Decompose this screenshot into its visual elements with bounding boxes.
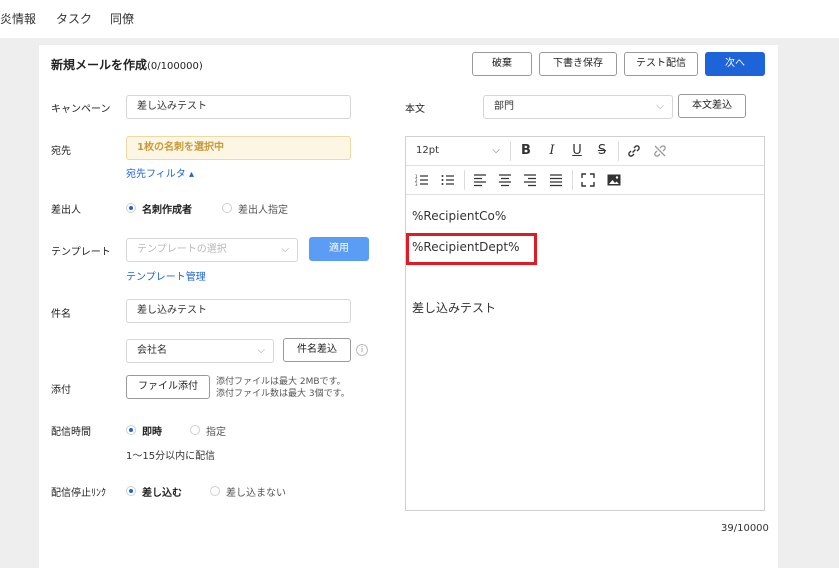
svg-text:3: 3 xyxy=(415,182,418,187)
page-title: 新規メールを作成(0/100000) xyxy=(51,58,203,72)
info-icon[interactable]: i xyxy=(356,344,368,356)
underline-icon[interactable]: U xyxy=(569,143,585,159)
align-justify-icon[interactable] xyxy=(548,172,564,193)
chevron-down-icon: ⌵ xyxy=(257,345,265,356)
nav-item-colleagues[interactable]: 同僚 xyxy=(110,10,134,27)
delivery-label: 配信時間 xyxy=(51,427,91,438)
template-apply-button[interactable]: 適用 xyxy=(309,237,369,261)
sender-option-card-creator: 名刺作成者 xyxy=(142,205,192,216)
chevron-down-icon[interactable]: ⌵ xyxy=(488,143,504,159)
top-navigation: 炎情報 タスク 同僚 xyxy=(0,0,839,38)
next-button[interactable]: 次へ xyxy=(705,52,765,76)
fullscreen-icon[interactable] xyxy=(580,172,596,193)
bold-icon[interactable]: B xyxy=(518,143,534,159)
body-line-company: %RecipientCo% xyxy=(412,209,507,223)
unsubscribe-radio-insert[interactable] xyxy=(126,486,136,496)
recipient-filter-link[interactable]: 宛先フィルタ ▴ xyxy=(126,165,194,180)
unlink-icon[interactable] xyxy=(652,143,668,164)
attachment-count-note: 添付ファイル数は最大 3個です。 xyxy=(216,389,350,399)
campaign-label: キャンペーン xyxy=(51,104,111,115)
nav-item-info[interactable]: 炎情報 xyxy=(0,10,36,27)
body-insert-button[interactable]: 本文差込 xyxy=(678,94,746,118)
unsubscribe-link-label: 配信停止ﾘﾝｸ xyxy=(51,488,106,499)
highlight-box xyxy=(406,233,537,265)
character-counter: 39/10000 xyxy=(721,523,769,534)
delivery-radio-immediate[interactable] xyxy=(126,425,136,435)
compose-card: 新規メールを作成(0/100000) 破棄 下書き保存 テスト配信 次へ キャン… xyxy=(39,45,778,568)
template-manage-link[interactable]: テンプレート管理 xyxy=(126,268,206,283)
image-icon[interactable] xyxy=(606,172,622,193)
link-icon[interactable] xyxy=(626,143,642,164)
chevron-down-icon: ⌵ xyxy=(281,244,289,255)
template-select[interactable]: テンプレートの選択 ⌵ xyxy=(126,238,298,262)
delivery-option-scheduled: 指定 xyxy=(206,427,226,438)
save-draft-button[interactable]: 下書き保存 xyxy=(539,52,617,76)
align-center-icon[interactable] xyxy=(497,172,513,193)
subject-label: 件名 xyxy=(51,309,71,320)
subject-field-select[interactable]: 会社名 ⌵ xyxy=(126,339,274,363)
ordered-list-icon[interactable]: 123 xyxy=(414,172,430,193)
nav-item-tasks[interactable]: タスク xyxy=(56,10,92,27)
font-size-select[interactable]: 12pt xyxy=(416,145,439,156)
align-left-icon[interactable] xyxy=(472,172,488,193)
strikethrough-icon[interactable]: S xyxy=(594,143,610,159)
delivery-radio-scheduled[interactable] xyxy=(190,425,200,435)
unsubscribe-radio-no-insert[interactable] xyxy=(210,486,220,496)
discard-button[interactable]: 破棄 xyxy=(472,52,532,76)
unsubscribe-option-no-insert: 差し込まない xyxy=(226,488,286,499)
recipient-status[interactable]: 1枚の名刺を選択中 xyxy=(126,136,351,160)
campaign-input[interactable]: 差し込みテスト xyxy=(126,95,351,119)
editor-toolbar-row-2: 123 xyxy=(406,166,764,195)
mail-count: (0/100000) xyxy=(147,61,203,72)
sender-label: 差出人 xyxy=(51,205,81,216)
subject-input[interactable]: 差し込みテスト xyxy=(126,299,351,323)
attachment-label: 添付 xyxy=(51,385,71,396)
body-label: 本文 xyxy=(405,104,425,115)
sender-radio-custom[interactable] xyxy=(222,203,232,213)
template-label: テンプレート xyxy=(51,247,111,258)
bullet-list-icon[interactable] xyxy=(440,172,456,193)
subject-insert-button[interactable]: 件名差込 xyxy=(283,338,351,362)
editor-toolbar-row-1: 12pt ⌵ B I U S xyxy=(406,137,764,166)
sender-option-custom: 差出人指定 xyxy=(238,205,288,216)
delivery-note: 1〜15分以内に配信 xyxy=(126,451,216,462)
attach-file-button[interactable]: ファイル添付 xyxy=(126,375,210,399)
unsubscribe-option-insert: 差し込む xyxy=(142,488,182,499)
rich-text-editor[interactable]: 12pt ⌵ B I U S 123 %RecipientCo% %Recipi… xyxy=(405,136,765,511)
chevron-down-icon: ⌵ xyxy=(656,101,664,112)
body-field-select[interactable]: 部門 ⌵ xyxy=(483,95,673,119)
align-right-icon[interactable] xyxy=(522,172,538,193)
delivery-option-immediate: 即時 xyxy=(142,427,162,438)
body-line-text: 差し込みテスト xyxy=(412,301,497,315)
italic-icon[interactable]: I xyxy=(544,143,560,159)
attachment-size-note: 添付ファイルは最大 2MBです。 xyxy=(216,377,346,387)
test-send-button[interactable]: テスト配信 xyxy=(624,52,698,76)
sender-radio-card-creator[interactable] xyxy=(126,203,136,213)
recipient-label: 宛先 xyxy=(51,146,71,157)
